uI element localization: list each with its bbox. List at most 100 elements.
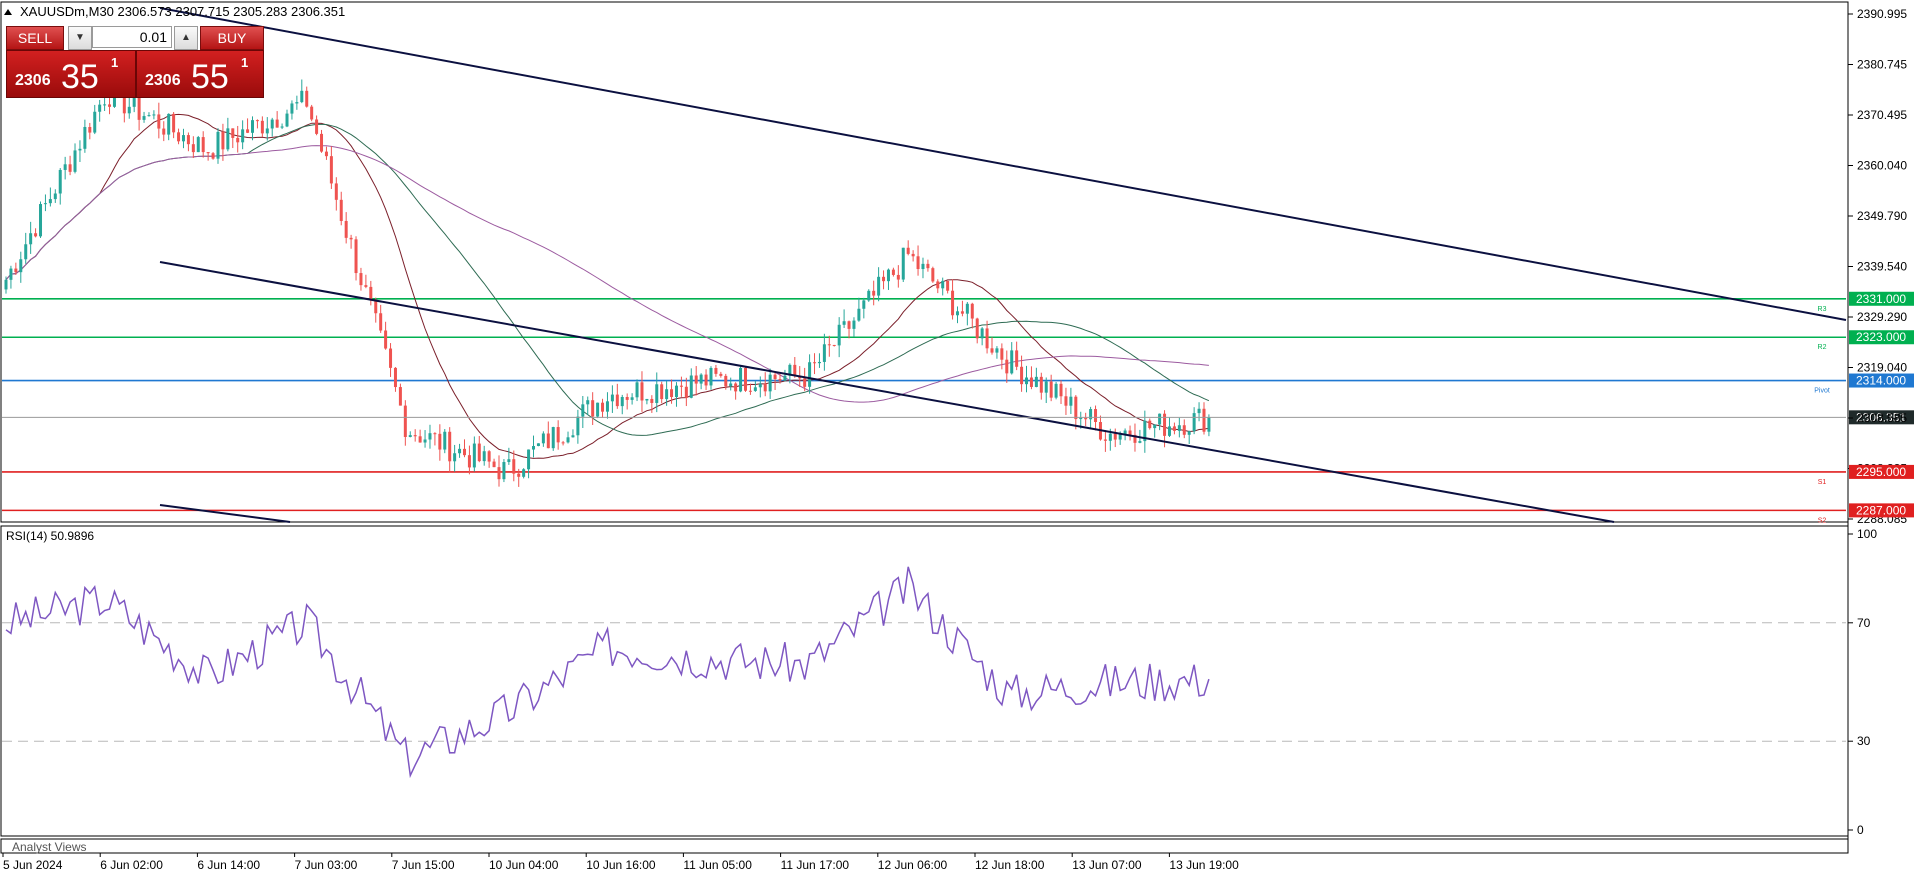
analyst-views-label[interactable]: Analyst Views (12, 840, 86, 854)
time-axis-label: 5 Jun 2024 (3, 858, 63, 872)
candle-body (1113, 433, 1117, 440)
time-axis-label: 6 Jun 02:00 (100, 858, 163, 872)
candle-body (477, 443, 481, 462)
price-axis-label: 2308.585 (1857, 411, 1907, 425)
candle-body (753, 387, 757, 391)
candle-body (901, 247, 905, 280)
buy-price-box[interactable]: 2306 55 1 (136, 50, 264, 98)
candle-body (172, 113, 176, 133)
candle-body (334, 183, 338, 200)
candle-body (882, 276, 886, 282)
lower-trendline[interactable] (159, 504, 291, 523)
candle-body (1064, 396, 1068, 406)
rsi-line (5, 566, 1210, 779)
candle-body (980, 328, 984, 339)
candle-body (832, 344, 836, 346)
rsi-axis-label: 70 (1857, 616, 1871, 630)
candle-body (167, 113, 171, 135)
candle-body (300, 90, 304, 103)
time-axis-label: 10 Jun 04:00 (489, 858, 559, 872)
candle-body (315, 119, 319, 134)
candle-body (936, 281, 940, 289)
candle-body (522, 469, 526, 477)
candle-body (896, 274, 900, 280)
candle-body (1034, 376, 1038, 387)
candle-body (369, 286, 373, 301)
candle-body (19, 259, 23, 273)
candle-body (1084, 417, 1088, 420)
candle-body (310, 106, 314, 120)
upper-trendline[interactable] (159, 7, 1847, 321)
candle-body (645, 398, 649, 401)
candle-body (995, 348, 999, 353)
candle-body (260, 120, 264, 134)
candle-body (1005, 359, 1009, 374)
time-axis-label: 6 Jun 14:00 (197, 858, 260, 872)
lot-size-input[interactable] (92, 26, 172, 48)
price-axis: 2390.995 2380.745 2370.495 2360.040 2349.790… (1848, 7, 1907, 526)
candle-body (492, 461, 496, 468)
candle-body (1182, 425, 1186, 435)
candle-body (699, 374, 703, 384)
buy-button[interactable]: BUY (200, 26, 264, 50)
time-axis-label: 7 Jun 15:00 (392, 858, 455, 872)
candle-body (704, 374, 708, 386)
candle-body (270, 119, 274, 129)
rsi-axis-label: 30 (1857, 734, 1871, 748)
candle-body (206, 152, 210, 154)
price-axis-label: 2380.745 (1857, 58, 1907, 72)
candle-body (216, 131, 220, 159)
candle-body (975, 318, 979, 339)
middle-trendline[interactable] (159, 261, 1615, 523)
trendlines[interactable] (159, 7, 1847, 523)
candle-body (822, 344, 826, 362)
candle-body (472, 443, 476, 468)
candle-body (201, 137, 205, 153)
rsi-axis-label: 0 (1857, 823, 1864, 837)
candle-body (601, 402, 605, 412)
candle-body (527, 449, 531, 470)
candle-body (1153, 424, 1157, 429)
candle-body (665, 389, 669, 400)
candle-body (458, 448, 462, 454)
candle-body (93, 111, 97, 133)
sell-price-main: 2306 (15, 72, 51, 89)
candle-body (615, 394, 619, 407)
candle-body (14, 268, 18, 273)
candle-body (181, 135, 185, 142)
candle-body (955, 311, 959, 316)
candle-body (344, 220, 348, 238)
candle-body (921, 263, 925, 270)
candle-body (221, 131, 225, 150)
triangle-up-icon[interactable] (4, 9, 12, 15)
buy-price-big: 55 (191, 58, 229, 96)
candle-body (985, 328, 989, 349)
candle-body (768, 374, 772, 392)
lot-increase-button[interactable]: ▲ (174, 26, 198, 50)
candle-body (191, 144, 195, 153)
candle-body (635, 382, 639, 398)
price-axis-label: 2360.040 (1857, 159, 1907, 173)
lot-decrease-button[interactable]: ▼ (68, 26, 92, 50)
candle-body (467, 455, 471, 468)
candle-body (1020, 366, 1024, 385)
candle-body (1094, 409, 1098, 422)
candle-body (393, 367, 397, 388)
candle-body (398, 387, 402, 406)
candle-body (265, 128, 269, 134)
rsi-axis-label: 100 (1857, 527, 1877, 541)
candle-body (739, 367, 743, 392)
candle-body (1167, 426, 1171, 436)
candle-body (320, 133, 324, 152)
rsi-indicator: 100 70 30 0 (2, 527, 1877, 837)
level-price-label: 2295.000 (1856, 465, 1906, 479)
candle-body (408, 435, 412, 437)
candle-body (670, 389, 674, 398)
sell-price-box[interactable]: 2306 35 1 (6, 50, 136, 98)
candle-body (1054, 383, 1058, 398)
candle-body (127, 106, 131, 114)
candle-body (275, 119, 279, 128)
sell-button[interactable]: SELL (6, 26, 64, 50)
chart-canvas[interactable]: R3R2PivotS1S2 2306.351 2390.9952380.7452… (0, 0, 1916, 874)
candle-body (389, 348, 393, 368)
